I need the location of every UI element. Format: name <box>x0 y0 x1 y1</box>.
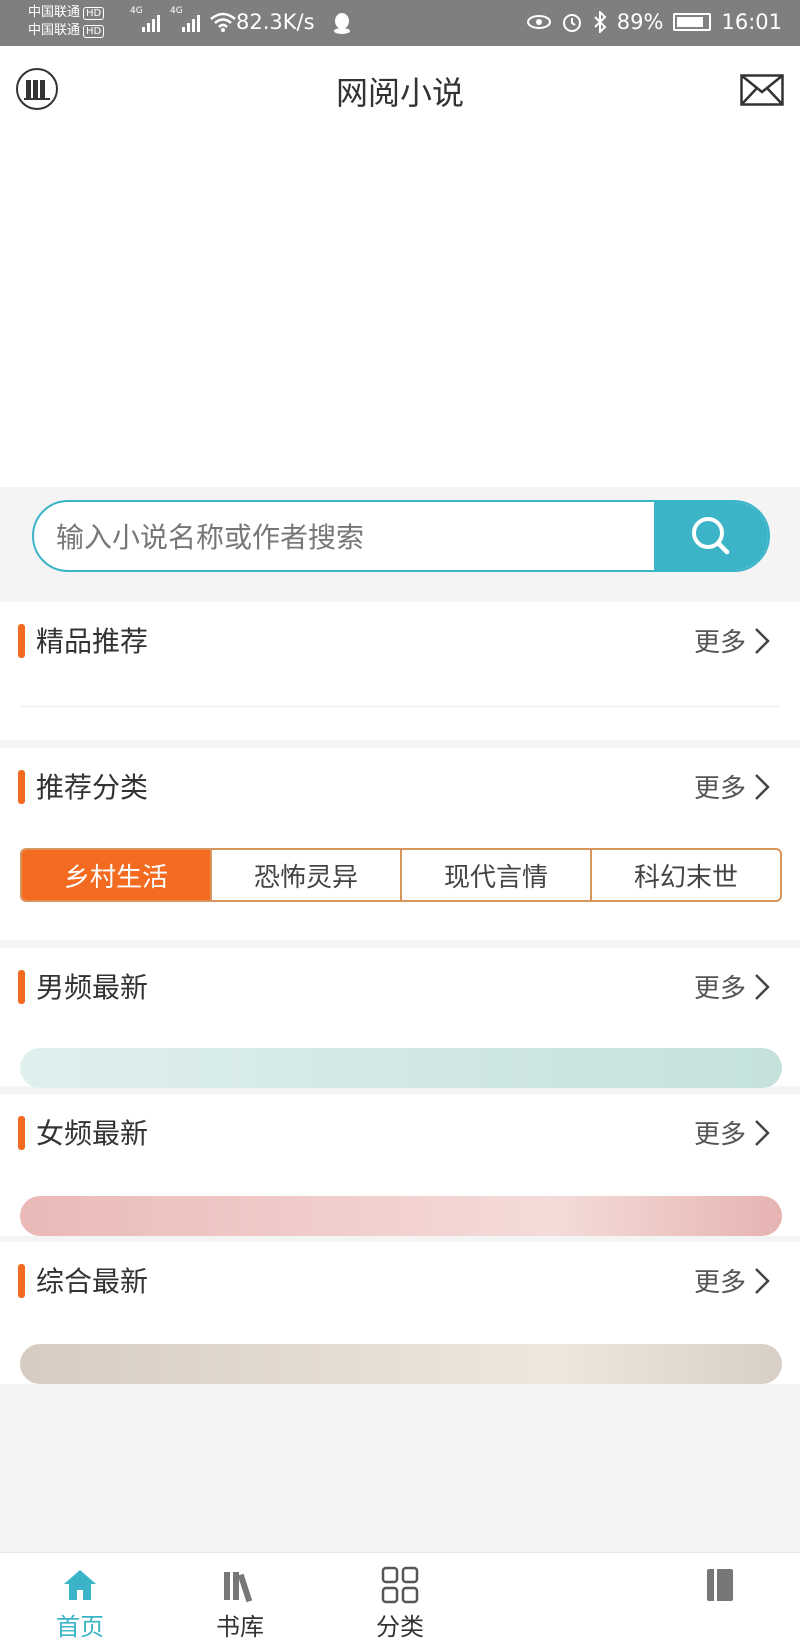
more-link[interactable]: 更多 <box>694 1114 770 1151</box>
nav-home-label: 首页 <box>56 1613 104 1641</box>
search-icon <box>692 517 730 555</box>
wifi-icon <box>210 12 236 32</box>
divider <box>20 706 780 707</box>
banner-strip[interactable] <box>20 1048 782 1088</box>
section-categories: 推荐分类 更多 乡村生活 恐怖灵异 现代言情 科幻末世 <box>0 748 800 940</box>
status-right: 89% 16:01 <box>526 10 782 34</box>
book-icon <box>670 1563 770 1607</box>
more-label: 更多 <box>693 628 746 658</box>
tab-modern-romance[interactable]: 现代言情 <box>400 850 590 900</box>
tab-rural-life[interactable]: 乡村生活 <box>22 850 210 900</box>
more-label: 更多 <box>693 1268 746 1298</box>
banner-strip[interactable] <box>20 1196 782 1236</box>
carrier-1: 中国联通 <box>28 5 81 20</box>
section-marker <box>18 624 25 658</box>
bluetooth-icon <box>594 11 607 33</box>
signal-icon: 4G <box>130 6 160 32</box>
home-icon <box>30 1563 130 1607</box>
nav-home[interactable]: 首页 <box>30 1563 130 1642</box>
nav-library-label: 书库 <box>216 1613 264 1641</box>
section-header: 精品推荐 更多 <box>0 602 800 682</box>
nav-bookshelf[interactable] <box>670 1563 770 1607</box>
section-male-latest: 男频最新 更多 <box>0 948 800 1088</box>
section-marker <box>18 770 25 804</box>
network-speed: 82.3K/s <box>236 10 315 34</box>
section-header: 女频最新 更多 <box>0 1094 800 1174</box>
eye-icon <box>526 15 551 29</box>
signal-icon: 4G <box>170 6 200 32</box>
hd-badge: HD <box>83 25 105 38</box>
library-icon <box>190 1563 290 1607</box>
section-header: 综合最新 更多 <box>0 1242 800 1322</box>
alarm-icon <box>562 14 581 32</box>
section-header: 推荐分类 更多 <box>0 748 800 828</box>
search-bar <box>32 500 770 572</box>
nav-category-label: 分类 <box>376 1613 424 1641</box>
more-link[interactable]: 更多 <box>694 768 770 805</box>
bottom-nav: 首页 书库 分类 <box>0 1552 800 1645</box>
section-general-latest: 综合最新 更多 <box>0 1242 800 1384</box>
grid-icon <box>350 1563 450 1607</box>
category-tabs: 乡村生活 恐怖灵异 现代言情 科幻末世 <box>20 848 782 902</box>
hd-badge: HD <box>83 7 105 20</box>
mail-icon[interactable] <box>740 74 784 106</box>
tab-horror[interactable]: 恐怖灵异 <box>210 850 400 900</box>
banner-strip[interactable] <box>20 1344 782 1384</box>
search-button[interactable] <box>654 502 768 570</box>
signal-indicators: 4G 4G <box>130 6 236 32</box>
more-link[interactable]: 更多 <box>694 622 770 659</box>
section-marker <box>18 1116 25 1150</box>
more-label: 更多 <box>693 774 746 804</box>
battery-percent: 89% <box>616 10 664 34</box>
more-link[interactable]: 更多 <box>694 1262 770 1299</box>
section-header: 男频最新 更多 <box>0 948 800 1028</box>
more-link[interactable]: 更多 <box>694 968 770 1005</box>
page-title: 网阅小说 <box>335 74 464 112</box>
chevron-right-icon <box>755 1119 770 1146</box>
nav-library[interactable]: 书库 <box>190 1563 290 1642</box>
app-header: 网阅小说 <box>0 46 800 132</box>
chevron-right-icon <box>755 973 770 1000</box>
qq-icon <box>334 13 350 34</box>
banner-area[interactable] <box>0 132 800 487</box>
section-marker <box>18 970 25 1004</box>
section-title: 精品推荐 <box>36 625 149 658</box>
more-label: 更多 <box>693 974 746 1004</box>
nav-category[interactable]: 分类 <box>350 1563 450 1642</box>
section-featured: 精品推荐 更多 <box>0 602 800 740</box>
section-title: 综合最新 <box>36 1265 149 1298</box>
status-bar: 中国联通 HD 中国联通 HD 4G 4G 82.3K/s 89% 16:01 <box>0 0 800 46</box>
section-title: 男频最新 <box>36 971 149 1004</box>
more-label: 更多 <box>693 1120 746 1150</box>
carrier-2: 中国联通 <box>28 23 81 38</box>
search-input[interactable] <box>54 502 678 570</box>
chevron-right-icon <box>755 773 770 800</box>
clock: 16:01 <box>721 10 782 34</box>
tab-scifi[interactable]: 科幻末世 <box>590 850 780 900</box>
section-title: 女频最新 <box>36 1117 149 1150</box>
chevron-right-icon <box>755 1267 770 1294</box>
battery-icon <box>673 13 712 31</box>
carrier-info: 中国联通 HD 中国联通 HD <box>28 4 105 40</box>
section-female-latest: 女频最新 更多 <box>0 1094 800 1236</box>
chevron-right-icon <box>755 627 770 654</box>
section-marker <box>18 1264 25 1298</box>
section-title: 推荐分类 <box>36 771 149 804</box>
